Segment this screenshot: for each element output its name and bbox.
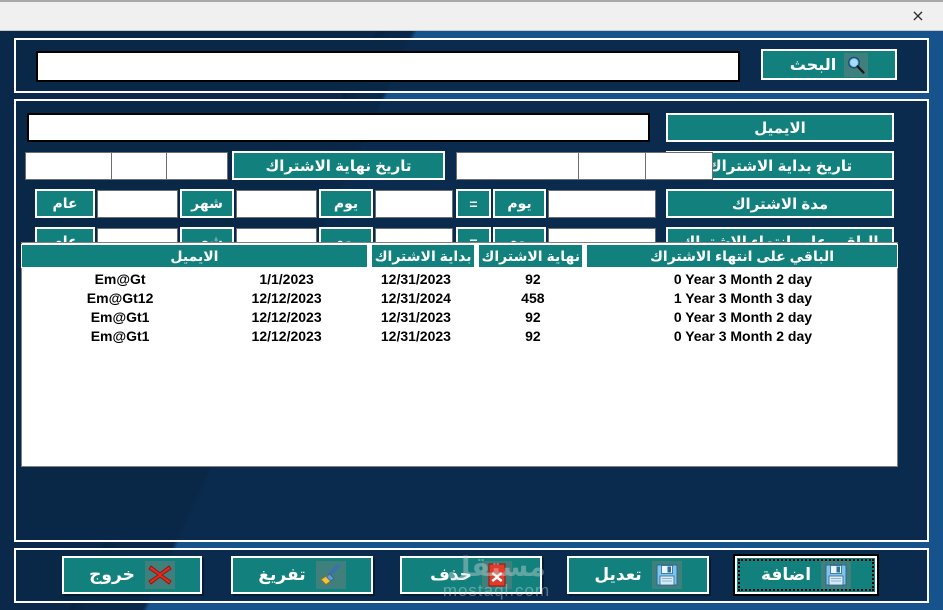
cell-remaining-text: 1 Year 3 Month 3 day	[673, 289, 813, 306]
table-row[interactable]: 1 Year 3 Month 3 day 458 12/31/2024 12/12/2…	[21, 288, 898, 307]
edit-button-label: تعديل	[594, 565, 642, 584]
duration-days-input[interactable]	[375, 190, 453, 218]
cell-end-date: 12/31/2023	[380, 270, 451, 287]
window-body: البحث الايميل تاريخ بداية الاشتراك تاريخ…	[0, 31, 943, 610]
email-row-label: الايميل	[666, 113, 894, 142]
add-button[interactable]: اضافة	[735, 556, 877, 594]
cell-remaining-text: 0 Year 3 Month 2 day	[673, 270, 813, 287]
table-row[interactable]: 0 Year 3 Month 2 day 92 12/31/2023 12/12/20…	[21, 326, 898, 345]
start-date-part-3[interactable]	[456, 152, 579, 180]
duration-months-input[interactable]	[236, 190, 317, 218]
duration-total-days-input[interactable]	[548, 190, 656, 218]
delete-button[interactable]: حذف	[400, 556, 542, 594]
cell-end-date: 12/31/2023	[380, 327, 451, 344]
close-icon[interactable]: ×	[897, 2, 939, 29]
title-bar: ×	[0, 0, 943, 31]
search-input[interactable]	[36, 51, 740, 82]
cell-remaining-days: 92	[525, 270, 541, 287]
table-row[interactable]: 0 Year 3 Month 2 day 92 12/31/2023 12/12/20…	[21, 307, 898, 326]
search-panel: البحث	[14, 38, 929, 93]
title-bar-top-edge	[0, 0, 943, 2]
table-header-remaining[interactable]: الباقي على انتهاء الاشتراك	[586, 244, 898, 268]
cell-email: Em@Gt12	[86, 289, 154, 306]
end-date-part-3[interactable]	[25, 152, 112, 180]
delete-x-icon	[481, 561, 512, 589]
search-button[interactable]: البحث	[761, 49, 897, 80]
cell-end-date: 12/31/2023	[380, 308, 451, 325]
clear-button[interactable]: تفريغ	[231, 556, 373, 594]
start-date-part-1[interactable]	[645, 152, 713, 180]
application-window: × البحث الايميل تاريخ بداية الاشتراك تار…	[0, 0, 943, 610]
edit-button[interactable]: تعديل	[567, 556, 709, 594]
table-row[interactable]: 0 Year 3 Month 2 day 92 12/31/2023 1/1/2023…	[21, 269, 898, 288]
table-header-end[interactable]: نهاية الاشتراك	[478, 244, 584, 268]
cell-remaining-days: 458	[521, 289, 545, 306]
duration-row-label: مدة الاشتراك	[666, 189, 894, 218]
cell-remaining-text: 0 Year 3 Month 2 day	[673, 327, 813, 344]
duration-day-label: يوم	[493, 189, 546, 218]
duration-days-unit-label: يوم	[319, 189, 373, 218]
floppy-disk-icon	[651, 561, 682, 589]
duration-years-input[interactable]	[97, 190, 178, 218]
search-button-label: البحث	[789, 56, 837, 74]
broom-icon	[315, 561, 346, 589]
cell-end-date: 12/31/2024	[380, 289, 451, 306]
duration-years-unit-label: عام	[35, 189, 95, 218]
cell-email: Em@Gt1	[90, 308, 150, 325]
email-field[interactable]	[27, 113, 650, 142]
delete-button-label: حذف	[430, 565, 472, 584]
add-button-label: اضافة	[760, 565, 812, 584]
cell-start-date: 12/12/2023	[251, 327, 322, 344]
red-x-icon	[144, 561, 175, 589]
duration-equals-label: =	[456, 189, 491, 218]
cell-start-date: 1/1/2023	[259, 270, 314, 287]
cell-email: Em@Gt	[94, 270, 146, 287]
table-header-row: الباقي على انتهاء الاشتراك نهاية الاشتراك…	[21, 244, 898, 268]
cell-remaining-days: 92	[525, 308, 541, 325]
table-header-email[interactable]: الايميل	[21, 244, 368, 268]
search-icon	[844, 52, 869, 77]
cell-remaining-text: 0 Year 3 Month 2 day	[673, 308, 813, 325]
exit-button[interactable]: خروج	[62, 556, 202, 594]
cell-start-date: 12/12/2023	[251, 289, 322, 306]
end-date-part-2[interactable]	[111, 152, 167, 180]
end-date-part-1[interactable]	[166, 152, 228, 180]
duration-months-unit-label: شهر	[180, 189, 234, 218]
cell-remaining-days: 92	[525, 327, 541, 344]
cell-start-date: 12/12/2023	[251, 308, 322, 325]
end-date-row-label: تاريخ نهاية الاشتراك	[232, 151, 445, 180]
cell-email: Em@Gt1	[90, 327, 150, 344]
floppy-disk-icon	[821, 561, 852, 589]
table-header-start[interactable]: بداية الاشتراك	[370, 244, 476, 268]
table-body[interactable]: 0 Year 3 Month 2 day 92 12/31/2023 1/1/2023…	[21, 269, 898, 466]
exit-button-label: خروج	[89, 565, 135, 584]
start-date-part-2[interactable]	[578, 152, 646, 180]
clear-button-label: تفريغ	[258, 565, 306, 584]
